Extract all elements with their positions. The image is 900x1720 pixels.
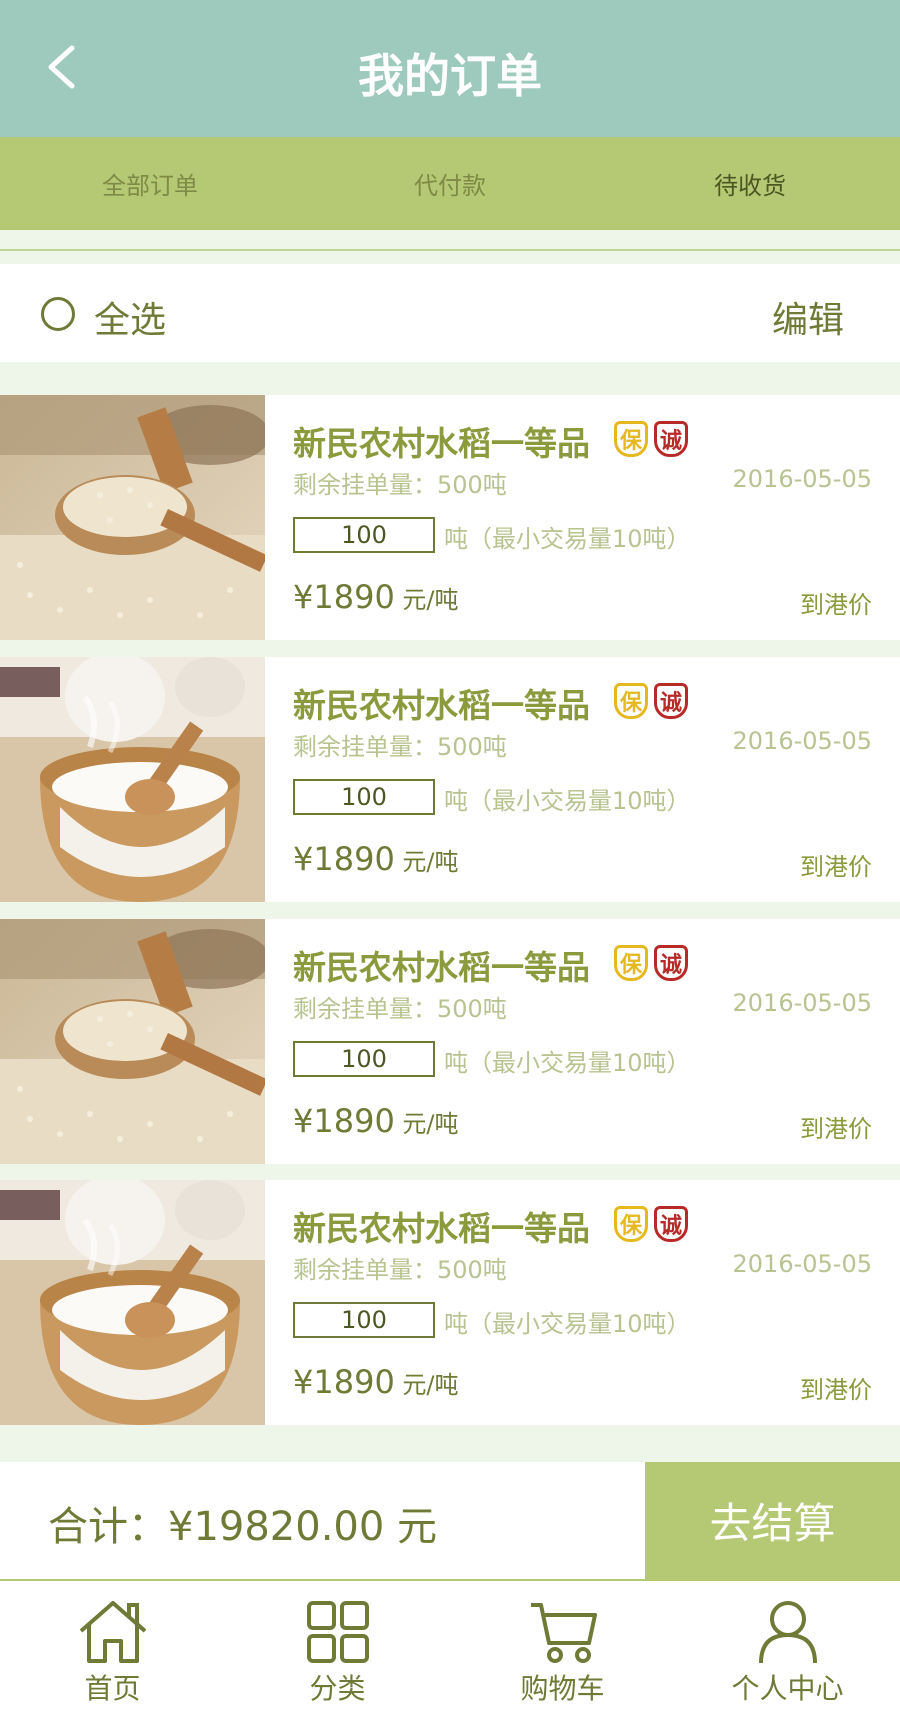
- nav-label-cart: 购物车: [520, 1672, 605, 1705]
- guarantee-badge: 保: [614, 1206, 648, 1242]
- user-icon: [758, 1601, 817, 1664]
- guarantee-badge: 保: [614, 683, 648, 719]
- nav-label-home: 首页: [84, 1672, 141, 1705]
- checkout-button[interactable]: 去结算: [645, 1462, 900, 1579]
- remaining-quantity: 剩余挂单量：500吨: [293, 733, 507, 761]
- price: ¥1890 元/吨: [293, 840, 459, 878]
- quantity-input[interactable]: [293, 779, 435, 815]
- product-card[interactable]: 新民农村水稻一等品 保 诚 剩余挂单量：500吨 2016-05-05 吨（最小…: [0, 919, 900, 1164]
- price-unit: 元/吨: [394, 1110, 459, 1138]
- page-title: 我的订单: [358, 49, 542, 103]
- nav-item-profile[interactable]: 个人中心: [675, 1581, 900, 1720]
- quantity-input[interactable]: [293, 517, 435, 553]
- nav-item-home[interactable]: 首页: [0, 1581, 225, 1720]
- integrity-badge: 诚: [654, 683, 688, 719]
- quantity-input[interactable]: [293, 1041, 435, 1077]
- nav-item-category[interactable]: 分类: [225, 1581, 450, 1720]
- tab-all-orders[interactable]: 全部订单: [0, 137, 300, 230]
- cart-icon: [530, 1603, 597, 1663]
- integrity-badge: 诚: [654, 421, 688, 457]
- product-name: 新民农村水稻一等品: [293, 686, 590, 725]
- remaining-quantity: 剩余挂单量：500吨: [293, 1256, 507, 1284]
- price-amount: ¥1890: [293, 578, 395, 616]
- header-bar: 我的订单: [0, 0, 900, 137]
- order-tabs: 全部订单 代付款 待收货: [0, 137, 900, 230]
- listing-date: 2016-05-05: [732, 1250, 872, 1278]
- rice-spoon-image: [0, 919, 265, 1164]
- remaining-quantity: 剩余挂单量：500吨: [293, 995, 507, 1023]
- port-price-label: 到港价: [800, 1115, 872, 1143]
- order-total: 合计：¥19820.00 元: [48, 1504, 438, 1550]
- nav-label-profile: 个人中心: [731, 1672, 844, 1705]
- checkout-bar: 合计：¥19820.00 元 去结算: [0, 1462, 900, 1579]
- guarantee-badge: 保: [614, 945, 648, 981]
- quantity-input[interactable]: [293, 1302, 435, 1338]
- select-all-label: 全选: [94, 300, 167, 341]
- price: ¥1890 元/吨: [293, 578, 459, 616]
- port-price-label: 到港价: [800, 591, 872, 619]
- port-price-label: 到港价: [800, 853, 872, 881]
- quantity-note: 吨（最小交易量10吨）: [444, 1310, 691, 1338]
- integrity-badge: 诚: [654, 1206, 688, 1242]
- product-name: 新民农村水稻一等品: [293, 424, 590, 463]
- rice-bowl-image: [0, 657, 265, 902]
- product-name: 新民农村水稻一等品: [293, 948, 590, 987]
- quantity-note: 吨（最小交易量10吨）: [444, 787, 691, 815]
- bottom-nav: 首页 分类 购物车 个人中心: [0, 1579, 900, 1720]
- port-price-label: 到港价: [800, 1376, 872, 1404]
- price-amount: ¥1890: [293, 1102, 395, 1140]
- nav-item-cart[interactable]: 购物车: [450, 1581, 675, 1720]
- price-unit: 元/吨: [394, 586, 459, 614]
- price-unit: 元/吨: [394, 1371, 459, 1399]
- listing-date: 2016-05-05: [732, 989, 872, 1017]
- price-unit: 元/吨: [394, 848, 459, 876]
- grid-icon: [306, 1601, 369, 1663]
- price-amount: ¥1890: [293, 840, 395, 878]
- select-all-bar: 全选 编辑: [0, 264, 900, 362]
- integrity-badge: 诚: [654, 945, 688, 981]
- home-icon: [79, 1601, 146, 1663]
- listing-date: 2016-05-05: [732, 727, 872, 755]
- product-name: 新民农村水稻一等品: [293, 1209, 590, 1248]
- price: ¥1890 元/吨: [293, 1102, 459, 1140]
- quantity-note: 吨（最小交易量10吨）: [444, 1049, 691, 1077]
- price-amount: ¥1890: [293, 1363, 395, 1401]
- product-card[interactable]: 新民农村水稻一等品 保 诚 剩余挂单量：500吨 2016-05-05 吨（最小…: [0, 395, 900, 640]
- select-all-radio[interactable]: [41, 297, 75, 331]
- price: ¥1890 元/吨: [293, 1363, 459, 1401]
- listing-date: 2016-05-05: [732, 465, 872, 493]
- product-card[interactable]: 新民农村水稻一等品 保 诚 剩余挂单量：500吨 2016-05-05 吨（最小…: [0, 1180, 900, 1425]
- rice-spoon-image: [0, 395, 265, 640]
- divider: [0, 249, 900, 251]
- guarantee-badge: 保: [614, 421, 648, 457]
- rice-bowl-image: [0, 1180, 265, 1425]
- edit-button[interactable]: 编辑: [772, 291, 844, 343]
- product-card[interactable]: 新民农村水稻一等品 保 诚 剩余挂单量：500吨 2016-05-05 吨（最小…: [0, 657, 900, 902]
- remaining-quantity: 剩余挂单量：500吨: [293, 471, 507, 499]
- tab-pending-payment[interactable]: 代付款: [300, 137, 600, 230]
- tab-pending-receipt[interactable]: 待收货: [600, 137, 900, 230]
- nav-label-category: 分类: [309, 1672, 366, 1705]
- quantity-note: 吨（最小交易量10吨）: [444, 525, 691, 553]
